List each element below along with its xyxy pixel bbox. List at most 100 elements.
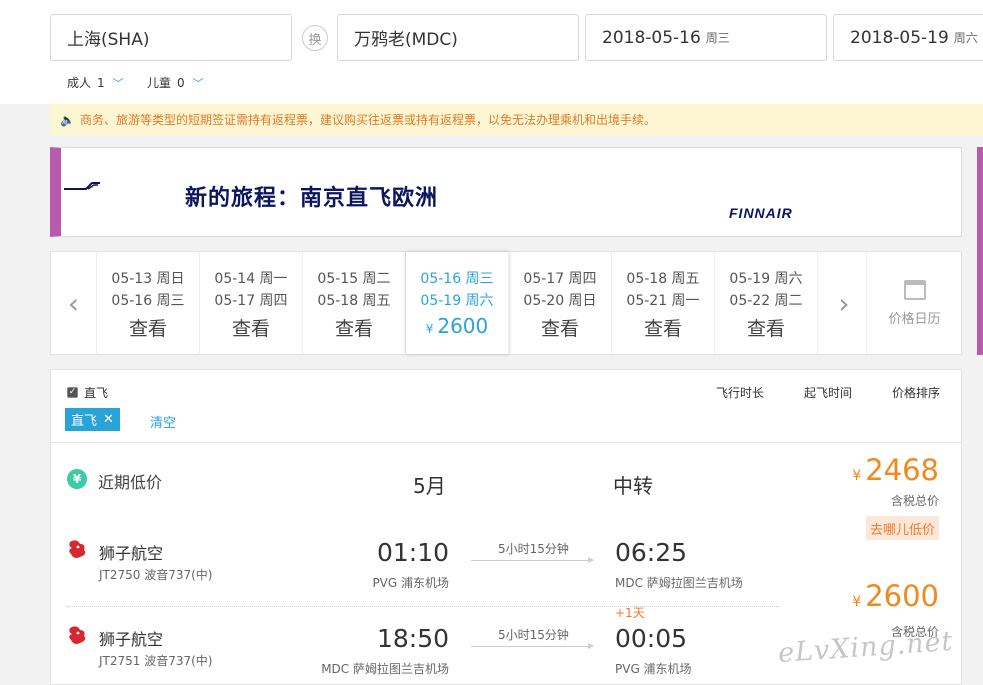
sort-departure-button[interactable]: 起飞时间	[804, 384, 852, 401]
low-price-amount: ¥2468	[852, 453, 939, 487]
date-cell-action: 查看	[231, 318, 270, 340]
departure-time: 01:10	[376, 538, 449, 567]
low-price-note: 含税总价	[890, 494, 939, 508]
price-calendar-button[interactable]: 价格日历	[866, 252, 962, 354]
children-label: 儿童	[147, 76, 172, 90]
date-cell-selected[interactable]: 05-16 周三 05-19 周六 ¥2600	[406, 252, 509, 354]
flight-duration: 5小时15分钟	[498, 628, 569, 642]
date-cell-ret: 05-22 周二	[729, 293, 803, 309]
sort-duration-button[interactable]: 飞行时长	[716, 384, 764, 401]
to-city-input[interactable]: 万鸦老(MDC)	[337, 14, 579, 61]
arrival-time: 06:25	[615, 538, 688, 567]
low-price-transfer: 中转	[613, 474, 653, 498]
low-price-month: 5月	[413, 474, 446, 498]
speaker-icon: 🔈	[60, 112, 75, 127]
low-price-value: 2468	[865, 453, 939, 487]
yen-icon: ¥	[67, 469, 87, 489]
to-city-value: 万鸦老(MDC)	[354, 30, 458, 50]
date-cell[interactable]: 05-14 周一 05-17 周四 查看	[200, 252, 303, 354]
date-cell-out: 05-19 周六	[729, 271, 803, 287]
children-count: 0	[177, 75, 185, 90]
children-select[interactable]: 儿童 0 ﹀	[147, 74, 204, 91]
lion-air-logo-icon	[69, 626, 86, 644]
banner-title: 新的旅程：南京直飞欧洲	[185, 186, 439, 211]
date-cell-action: 查看	[643, 318, 682, 340]
adults-count: 1	[97, 75, 105, 90]
next-dates-button[interactable]: ›	[821, 252, 867, 354]
date-cell-out: 05-13 周日	[111, 271, 185, 287]
arrival-time: 00:05	[615, 624, 688, 653]
flight-code: JT2750 波音737(中)	[99, 568, 213, 582]
return-date-value: 2018-05-19	[850, 27, 949, 48]
date-cell-price-value: 2600	[437, 314, 489, 338]
date-cell-out: 05-16 周三	[420, 271, 494, 287]
date-cell-price: ¥2600	[406, 314, 508, 338]
low-price-row[interactable]: ¥ 近期低价 5月 中转 ¥2468 含税总价	[51, 442, 961, 518]
date-cell-action: 查看	[128, 318, 167, 340]
notice-text: 商务、旅游等类型的短期签证需持有返程票，建议购买往返票或持有返程票，以免无法办理…	[79, 113, 656, 127]
direct-filter-checkbox[interactable]: ✓ 直飞	[67, 384, 108, 401]
scrollbar[interactable]	[977, 147, 983, 355]
checkbox-checked-icon: ✓	[67, 387, 78, 398]
airline-name: 狮子航空	[99, 544, 164, 563]
ad-banner[interactable]: 新的旅程：南京直飞欧洲 FINNAIR	[50, 147, 962, 237]
date-price-strip: ‹ 05-13 周日 05-16 周三 查看 05-14 周一 05-17 周四…	[50, 251, 962, 355]
flight-row[interactable]: 狮子航空 JT2750 波音737(中) 01:10 PVG 浦东机场 5小时1…	[51, 518, 831, 608]
date-cell-out: 05-15 周二	[317, 271, 391, 287]
date-cell-action: 查看	[540, 318, 579, 340]
active-filter-tag[interactable]: 直飞 ✕	[65, 408, 120, 431]
departure-time: 18:50	[376, 624, 449, 653]
date-cell-out: 05-17 周四	[523, 271, 597, 287]
banner-brand: FINNAIR	[729, 205, 793, 221]
date-cell-ret: 05-21 周一	[626, 293, 700, 309]
price-calendar-label: 价格日历	[888, 312, 941, 327]
chevron-down-icon: ﹀	[192, 76, 204, 90]
date-cell-ret: 05-20 周日	[523, 293, 597, 309]
date-cell-ret: 05-16 周三	[111, 293, 185, 309]
arrival-airport: MDC 萨姆拉图兰吉机场	[615, 576, 743, 590]
date-cell[interactable]: 05-19 周六 05-22 周二 查看	[715, 252, 818, 354]
next-day-indicator: +1天	[615, 606, 645, 620]
date-cell-out: 05-14 周一	[214, 271, 288, 287]
combo-price-value: 2600	[865, 579, 939, 613]
return-date-input[interactable]: 2018-05-19 周六	[833, 14, 983, 61]
from-city-value: 上海(SHA)	[67, 30, 150, 50]
qunar-low-price-badge: 去哪儿低价	[866, 516, 940, 540]
depart-date-input[interactable]: 2018-05-16 周三	[585, 14, 827, 61]
depart-weekday: 周三	[705, 31, 730, 45]
date-cell-action: 查看	[746, 318, 785, 340]
sort-price-button[interactable]: 价格排序	[892, 384, 940, 401]
calendar-icon	[903, 280, 926, 300]
date-cell-action: 查看	[334, 318, 373, 340]
date-cell[interactable]: 05-17 周四 05-20 周日 查看	[509, 252, 612, 354]
flight-code: JT2751 波音737(中)	[99, 654, 213, 668]
from-city-input[interactable]: 上海(SHA)	[50, 14, 292, 61]
duration-arrow	[471, 557, 594, 563]
date-cell-out: 05-18 周五	[626, 271, 700, 287]
search-panel: 上海(SHA) 换 万鸦老(MDC) 2018-05-16 周三 2018-05…	[0, 0, 983, 104]
currency-symbol: ¥	[852, 468, 862, 484]
lion-air-logo-icon	[69, 540, 86, 558]
date-cell-ret: 05-17 周四	[214, 293, 288, 309]
direct-filter-label: 直飞	[84, 386, 109, 400]
currency-symbol: ¥	[425, 322, 434, 336]
adults-label: 成人	[67, 76, 92, 90]
return-weekday: 周六	[953, 31, 978, 45]
close-icon[interactable]: ✕	[103, 412, 114, 427]
duration-arrow	[471, 643, 594, 649]
low-price-label: 近期低价	[98, 473, 163, 492]
arrival-airport: PVG 浦东机场	[615, 662, 692, 676]
swap-cities-button[interactable]: 换	[302, 25, 328, 51]
finnair-logo-icon	[64, 182, 100, 190]
date-cell[interactable]: 05-13 周日 05-16 周三 查看	[97, 252, 200, 354]
date-cell[interactable]: 05-18 周五 05-21 周一 查看	[612, 252, 715, 354]
flight-row[interactable]: 狮子航空 JT2751 波音737(中) 18:50 MDC 萨姆拉图兰吉机场 …	[51, 604, 831, 685]
adults-select[interactable]: 成人 1 ﹀	[67, 74, 124, 91]
clear-filters-link[interactable]: 清空	[150, 412, 176, 431]
prev-dates-button[interactable]: ‹	[51, 252, 97, 354]
currency-symbol: ¥	[852, 594, 862, 610]
combo-price-amount[interactable]: ¥2600	[852, 579, 939, 613]
date-cell[interactable]: 05-15 周二 05-18 周五 查看	[303, 252, 406, 354]
depart-date-value: 2018-05-16	[602, 27, 701, 48]
date-cell-ret: 05-18 周五	[317, 293, 391, 309]
